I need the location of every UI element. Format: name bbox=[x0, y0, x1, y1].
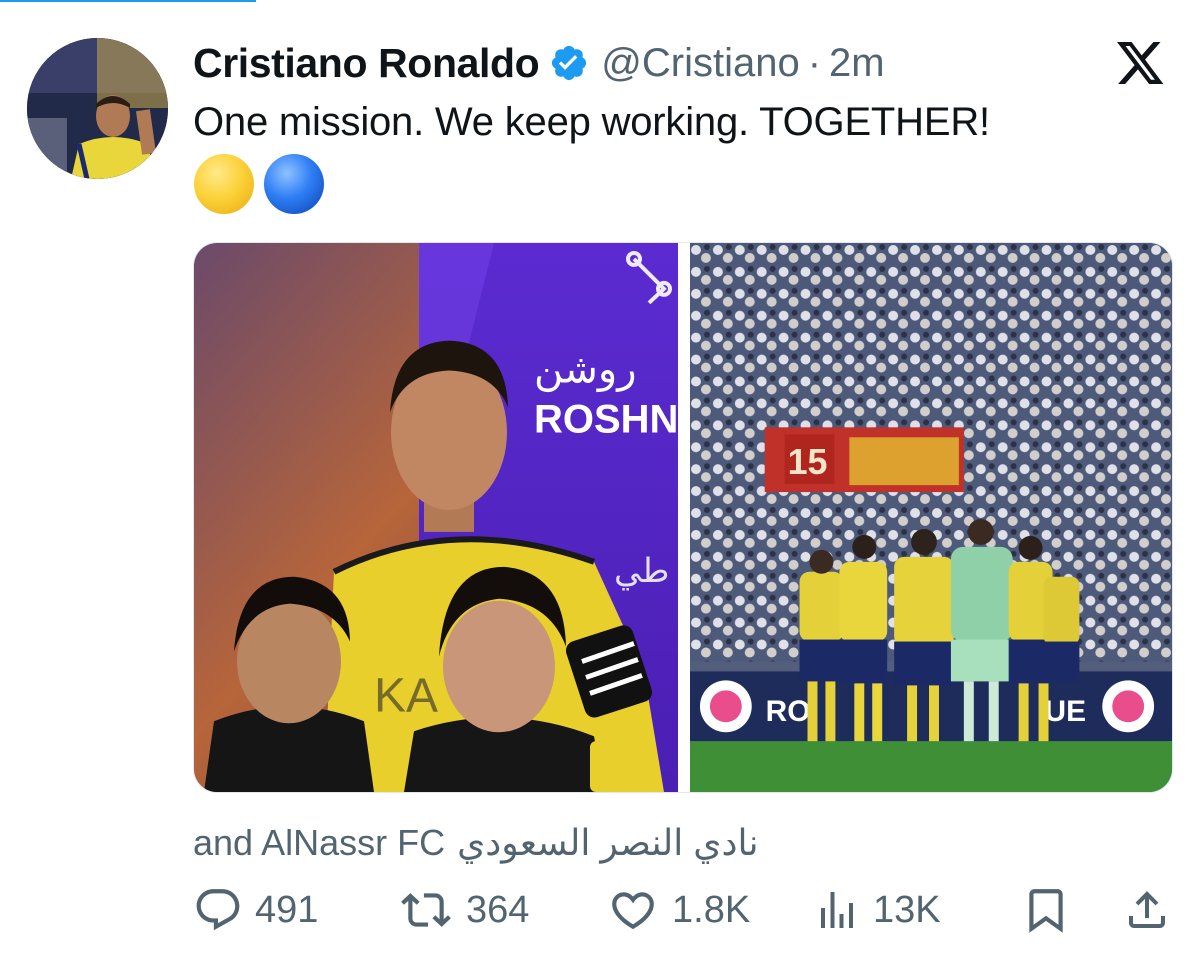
tagged-arabic-name: نادي النصر السعودي bbox=[457, 822, 759, 863]
jersey-print-text: KA bbox=[374, 669, 438, 722]
bookmark-button[interactable] bbox=[1021, 880, 1071, 940]
reply-icon bbox=[193, 885, 243, 935]
media-grid: روشن ROSHN طي KA 15 RO UE bbox=[193, 242, 1173, 793]
repost-count: 364 bbox=[466, 888, 530, 931]
action-bar: 491 364 1.8K 13K bbox=[193, 880, 1171, 940]
board-text-left: RO bbox=[766, 695, 811, 728]
bookmark-icon bbox=[1021, 885, 1071, 935]
tweet-timestamp[interactable]: 2m bbox=[829, 41, 885, 86]
tagged-prefix: and AlNassr FC bbox=[193, 822, 446, 863]
reply-count: 491 bbox=[255, 888, 319, 931]
meta-separator: · bbox=[807, 40, 822, 85]
views-icon bbox=[813, 885, 861, 935]
sponsor-arabic-text: روشن bbox=[534, 347, 637, 393]
like-button[interactable]: 1.8K bbox=[606, 880, 750, 940]
like-count: 1.8K bbox=[672, 888, 751, 931]
repost-button[interactable]: 364 bbox=[398, 880, 529, 940]
repost-icon bbox=[398, 885, 454, 935]
photo-team-huddle[interactable]: 15 RO UE bbox=[690, 243, 1172, 792]
tagged-accounts[interactable]: and AlNassr FC نادي النصر السعودي bbox=[193, 822, 758, 864]
photo-ronaldo-with-kids[interactable]: روشن ROSHN طي KA bbox=[194, 243, 678, 792]
svg-text:طي: طي bbox=[614, 552, 669, 591]
views-button[interactable]: 13K bbox=[813, 880, 941, 940]
avatar[interactable] bbox=[27, 38, 168, 179]
author-handle[interactable]: @Cristiano bbox=[601, 41, 799, 86]
author-name[interactable]: Cristiano Ronaldo bbox=[193, 40, 540, 87]
sponsor-latin-text: ROSHN bbox=[534, 397, 678, 441]
blue-circle-emoji-icon bbox=[264, 154, 324, 214]
board-text-right: UE bbox=[1045, 695, 1087, 728]
share-icon bbox=[1123, 885, 1171, 935]
avatar-image bbox=[27, 38, 168, 179]
views-count: 13K bbox=[873, 888, 941, 931]
emoji-row bbox=[194, 154, 324, 214]
like-icon bbox=[606, 885, 660, 935]
share-button[interactable] bbox=[1123, 880, 1171, 940]
top-accent-bar bbox=[0, 0, 256, 2]
reply-button[interactable]: 491 bbox=[193, 880, 318, 940]
tweet-text: One mission. We keep working. TOGETHER! bbox=[193, 100, 990, 144]
x-logo-icon[interactable] bbox=[1116, 42, 1166, 86]
banner-number-text: 15 bbox=[788, 442, 828, 482]
verified-badge-icon bbox=[549, 43, 589, 83]
tweet-header: Cristiano Ronaldo @Cristiano · 2m bbox=[193, 36, 885, 90]
yellow-circle-emoji-icon bbox=[194, 154, 254, 214]
